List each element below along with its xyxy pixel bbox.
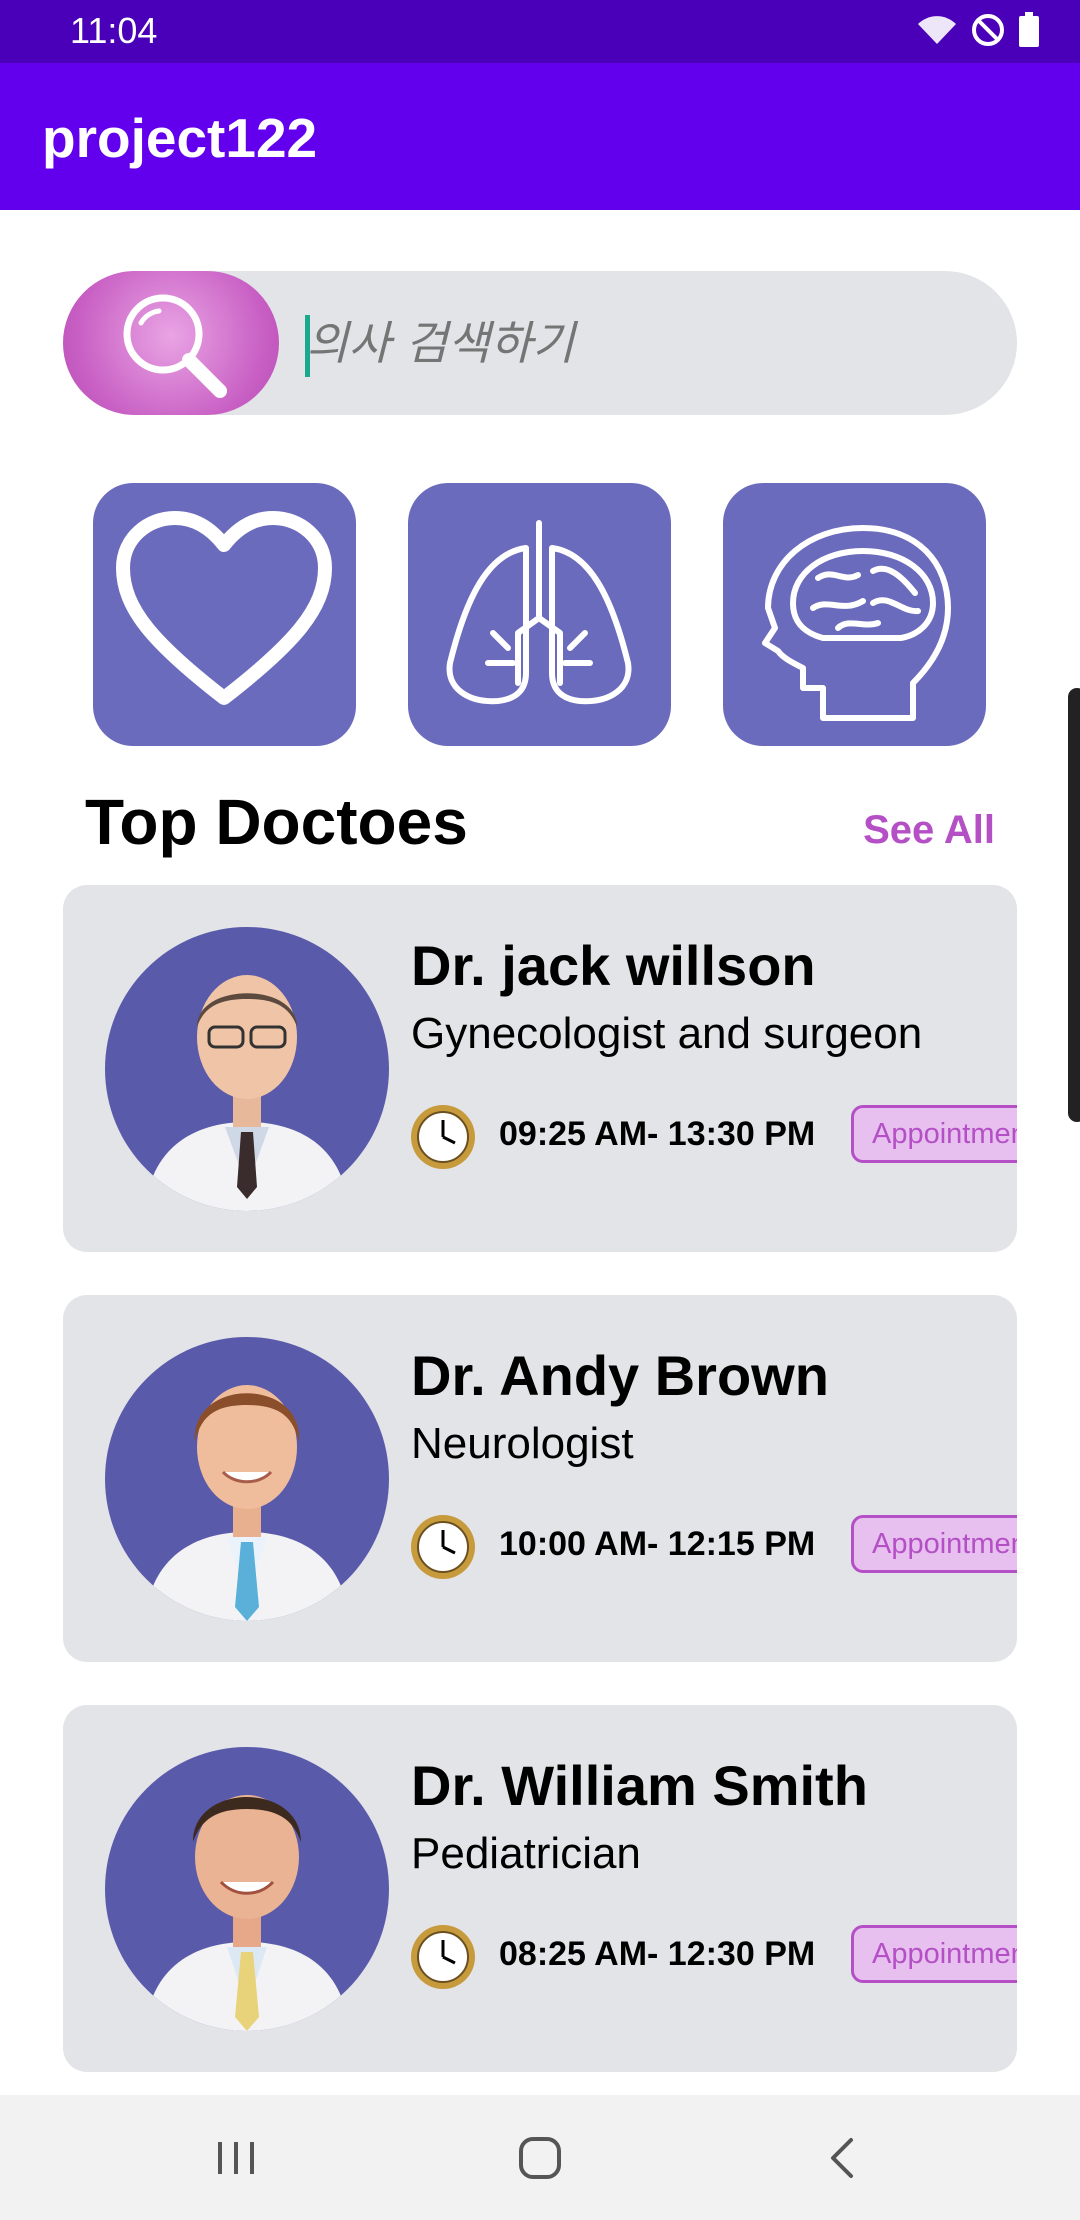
status-icons [916,12,1040,48]
category-row [0,483,1080,746]
app-title: project122 [42,107,318,169]
search-bar[interactable] [63,271,1017,415]
doctor-name: Dr. jack willson [411,934,816,997]
category-neurology[interactable] [723,483,986,746]
doctor-specialty: Pediatrician [411,1829,641,1878]
doctor-name: Dr. William Smith [411,1754,868,1817]
search-input[interactable] [306,299,986,387]
doctor-photo [145,975,349,1211]
see-all-link[interactable]: See All [863,808,995,853]
main-content[interactable]: Top Doctoes See All Dr. jack willson Gyn… [0,210,1080,2095]
search-icon [123,294,227,398]
system-nav-bar [0,2095,1080,2220]
section-title: Top Doctoes [85,786,468,858]
doctor-photo [145,1795,349,2031]
scrollbar[interactable] [1068,688,1080,1122]
doctor-hours: 08:25 AM- 12:30 PM [499,1935,816,1973]
doctor-name: Dr. Andy Brown [411,1344,829,1407]
doctor-card[interactable]: Dr. jack willson Gynecologist and surgeo… [63,885,1017,1252]
do-not-disturb-icon [972,14,1004,46]
heart-icon [116,511,332,705]
battery-icon [1019,12,1039,47]
category-cardiology[interactable] [93,483,356,746]
brain-icon [762,525,951,721]
appointment-button[interactable]: Appointment [851,1105,1017,1163]
doctor-card[interactable]: Dr. Andy Brown Neurologist 10:00 AM- 12:… [63,1295,1017,1662]
doctor-avatar [105,1337,389,1621]
appointment-button[interactable]: Appointment [851,1925,1017,1983]
recent-apps-button[interactable] [156,2095,316,2220]
category-pulmonology[interactable] [408,483,671,746]
doctor-specialty: Neurologist [411,1419,634,1468]
app-bar: project122 [0,63,1080,210]
doctor-photo [145,1385,349,1621]
doctor-avatar [105,927,389,1211]
appointment-button[interactable]: Appointment [851,1515,1017,1573]
doctor-avatar [105,1747,389,2031]
back-icon [831,2137,853,2178]
recent-apps-icon [218,2141,254,2174]
status-bar: 11:04 [0,0,1080,63]
doctor-card[interactable]: Dr. William Smith Pediatrician 08:25 AM-… [63,1705,1017,2072]
wifi-icon [918,16,956,44]
doctor-specialty: Gynecologist and surgeon [411,1009,923,1058]
lungs-icon [446,520,632,705]
search-button[interactable] [63,271,279,415]
back-button[interactable] [762,2095,922,2220]
doctor-hours: 09:25 AM- 13:30 PM [499,1115,816,1153]
home-button[interactable] [460,2095,620,2220]
status-time: 11:04 [70,10,158,51]
home-icon [519,2136,561,2179]
clock-icon [411,1515,475,1579]
clock-icon [411,1105,475,1169]
doctor-hours: 10:00 AM- 12:15 PM [499,1525,816,1563]
clock-icon [411,1925,475,1989]
